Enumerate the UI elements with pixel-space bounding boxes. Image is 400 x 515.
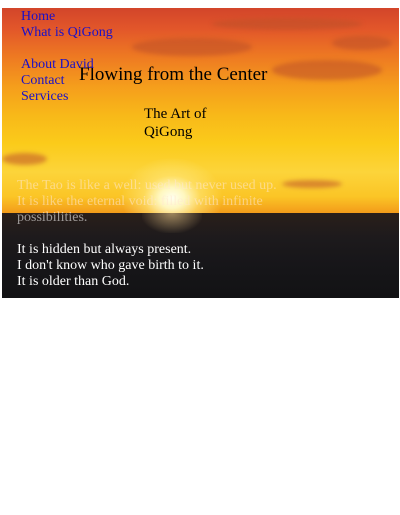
quote-line: The Tao is like a well: used but never u…	[17, 178, 277, 193]
cloud	[132, 38, 252, 56]
quote-line: It is hidden but always present.	[17, 242, 192, 257]
nav-link-services[interactable]: Services	[21, 89, 113, 105]
site-nav: Home What is QiGong About David Contact …	[21, 9, 113, 105]
cloud	[282, 180, 342, 188]
nav-link-contact[interactable]: Contact	[21, 73, 113, 89]
quote-line: It is older than God.	[17, 274, 130, 289]
quote-line: I don't know who gave birth to it.	[17, 258, 204, 273]
nav-link-home[interactable]: Home	[21, 9, 113, 25]
quote-line: It is like the eternal void: filled with…	[17, 194, 263, 209]
quote-paragraph: It is hidden but always present. I don't…	[17, 242, 277, 290]
quote-line: possibilities.	[17, 210, 88, 225]
quote-text: The Tao is like a well: used but never u…	[17, 178, 277, 306]
cloud	[212, 18, 362, 30]
cloud	[2, 153, 47, 165]
cloud	[332, 36, 392, 50]
nav-link-about-david[interactable]: About David	[21, 57, 113, 73]
nav-link-what-is-qigong[interactable]: What is QiGong	[21, 25, 113, 41]
page: Home What is QiGong About David Contact …	[0, 0, 400, 515]
cloud	[272, 60, 382, 80]
page-subtitle: The Art of QiGong	[144, 106, 207, 140]
quote-paragraph: The Tao is like a well: used but never u…	[17, 178, 277, 226]
